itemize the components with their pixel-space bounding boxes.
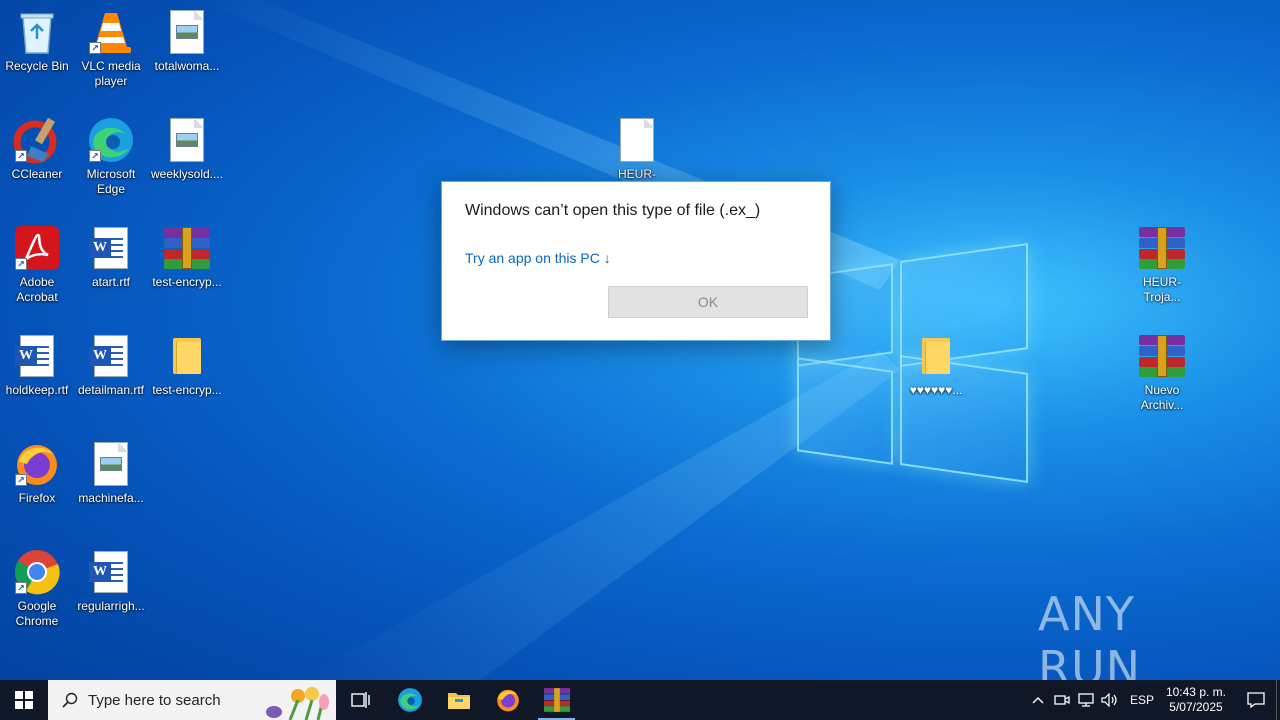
taskbar-winrar-button[interactable] (532, 680, 581, 720)
search-highlight-flowers-icon (266, 687, 329, 720)
desktop-icon-detailman-rtf[interactable]: W detailman.rtf (74, 332, 148, 398)
desktop-icon-atart-rtf[interactable]: W atart.rtf (74, 224, 148, 290)
icon-label: regularrigh... (77, 599, 145, 613)
icon-label: Adobe Acrobat (16, 275, 58, 304)
icon-label: machinefa... (78, 491, 144, 505)
task-view-button[interactable] (336, 680, 385, 720)
chevron-up-icon (1032, 697, 1044, 704)
tray-camera-button[interactable] (1050, 680, 1074, 720)
winrar-archive-icon (1139, 227, 1185, 269)
recycle-bin-icon (20, 13, 54, 54)
image-file-icon (170, 118, 204, 162)
search-placeholder: Type here to search (88, 691, 221, 709)
edge-icon (397, 688, 422, 712)
image-file-icon (170, 10, 204, 54)
folder-icon (922, 338, 950, 374)
icon-label: weeklysold.... (150, 167, 224, 181)
icon-label: detailman.rtf (77, 383, 145, 397)
icon-label: VLC media player (81, 59, 141, 88)
desktop-icon-holdkeep-rtf[interactable]: W holdkeep.rtf (0, 332, 74, 398)
desktop-icon-recycle-bin[interactable]: Recycle Bin (0, 8, 74, 74)
shortcut-arrow-icon: ↗ (15, 258, 27, 270)
show-desktop-button[interactable] (1276, 680, 1280, 720)
blank-file-icon (620, 118, 654, 162)
firefox-icon (496, 689, 519, 712)
shortcut-arrow-icon: ↗ (15, 474, 27, 486)
watermark-text: ANY RUN (1038, 587, 1142, 680)
word-document-icon: W (15, 335, 54, 377)
folder-icon (173, 338, 201, 374)
word-document-icon: W (89, 335, 128, 377)
anyrun-watermark: ANY RUN (1038, 587, 1238, 680)
icon-label: test-encryp... (152, 275, 222, 289)
winrar-archive-icon (1139, 335, 1185, 377)
tray-network-button[interactable] (1074, 680, 1098, 720)
clock-date: 5/07/2025 (1169, 700, 1223, 714)
shortcut-arrow-icon: ↗ (89, 150, 101, 162)
desktop-icon-weeklysold[interactable]: weeklysold.... (150, 116, 224, 182)
icon-label: Recycle Bin (5, 59, 69, 73)
word-document-icon: W (89, 551, 128, 593)
start-button[interactable] (0, 680, 48, 720)
shortcut-arrow-icon: ↗ (15, 582, 27, 594)
icon-label: Nuevo Archiv... (1140, 383, 1184, 412)
icon-label: holdkeep.rtf (5, 383, 69, 397)
try-app-link[interactable]: Try an app on this PC ↓ (465, 250, 611, 266)
desktop-icon-firefox[interactable]: ↗ Firefox (0, 440, 74, 506)
icon-label: atart.rtf (91, 275, 130, 289)
icon-label: CCleaner (11, 167, 63, 181)
windows-start-icon (15, 691, 33, 709)
desktop-icon-heur-troja-archive[interactable]: HEUR-Troja... (1125, 224, 1199, 305)
icon-label: HEUR-Troja... (1143, 275, 1181, 304)
file-explorer-icon (447, 693, 470, 709)
ok-button[interactable]: OK (608, 286, 808, 318)
open-with-dialog: Windows can’t open this type of file (.e… (441, 181, 831, 341)
desktop: Recycle Bin ↗ CCleaner ↗ Adobe Acrobat W… (0, 0, 1280, 680)
desktop-icon-hearts-folder[interactable]: ♥♥♥♥♥♥... (899, 332, 973, 398)
desktop-icon-ccleaner[interactable]: ↗ CCleaner (0, 116, 74, 182)
icon-label: test-encryp... (152, 383, 222, 397)
tray-volume-button[interactable] (1098, 680, 1122, 720)
desktop-icon-microsoft-edge[interactable]: ↗ Microsoft Edge (74, 116, 148, 197)
icon-label: ♥♥♥♥♥♥... (909, 383, 963, 397)
show-hidden-icons-button[interactable] (1026, 680, 1050, 720)
clock-time: 10:43 p. m. (1165, 685, 1226, 699)
notification-icon (1247, 692, 1265, 708)
system-tray: ESP 10:43 p. m. 5/07/2025 (1026, 680, 1280, 720)
taskbar: Type here to search ESP 10:43 p. m. 5/07… (0, 680, 1280, 720)
task-view-icon (350, 692, 370, 708)
icon-label: Microsoft Edge (86, 167, 136, 196)
desktop-icon-totalwoma[interactable]: totalwoma... (150, 8, 224, 74)
taskbar-file-explorer-button[interactable] (434, 680, 483, 720)
winrar-archive-icon (164, 227, 210, 269)
icon-label: totalwoma... (154, 59, 220, 73)
winrar-icon (543, 688, 570, 712)
desktop-icon-regularrigh[interactable]: W regularrigh... (74, 548, 148, 614)
desktop-icon-test-encryp-archive[interactable]: test-encryp... (150, 224, 224, 290)
icon-label: Google Chrome (15, 599, 59, 628)
meet-now-icon (1054, 695, 1070, 705)
taskbar-firefox-button[interactable] (483, 680, 532, 720)
desktop-icon-nuevo-archivo[interactable]: Nuevo Archiv... (1125, 332, 1199, 413)
network-icon (1078, 693, 1094, 707)
desktop-icon-machinefa[interactable]: machinefa... (74, 440, 148, 506)
desktop-icon-google-chrome[interactable]: ↗ Google Chrome (0, 548, 74, 629)
shortcut-arrow-icon: ↗ (15, 150, 27, 162)
shortcut-arrow-icon: ↗ (89, 42, 101, 54)
word-document-icon: W (89, 227, 128, 269)
icon-label: Firefox (18, 491, 56, 505)
dialog-title: Windows can’t open this type of file (.e… (465, 202, 761, 219)
desktop-icon-adobe-acrobat[interactable]: ↗ Adobe Acrobat (0, 224, 74, 305)
desktop-icon-test-encryp-folder[interactable]: test-encryp... (150, 332, 224, 398)
desktop-icon-vlc[interactable]: ↗ VLC media player (74, 8, 148, 89)
volume-icon (1101, 693, 1117, 707)
taskbar-clock[interactable]: 10:43 p. m. 5/07/2025 (1166, 685, 1226, 715)
taskbar-search-box[interactable]: Type here to search (48, 680, 336, 720)
taskbar-edge-button[interactable] (385, 680, 434, 720)
action-center-button[interactable] (1236, 680, 1276, 720)
language-indicator[interactable]: ESP (1130, 693, 1154, 707)
image-file-icon (94, 442, 128, 486)
search-icon (62, 692, 78, 708)
